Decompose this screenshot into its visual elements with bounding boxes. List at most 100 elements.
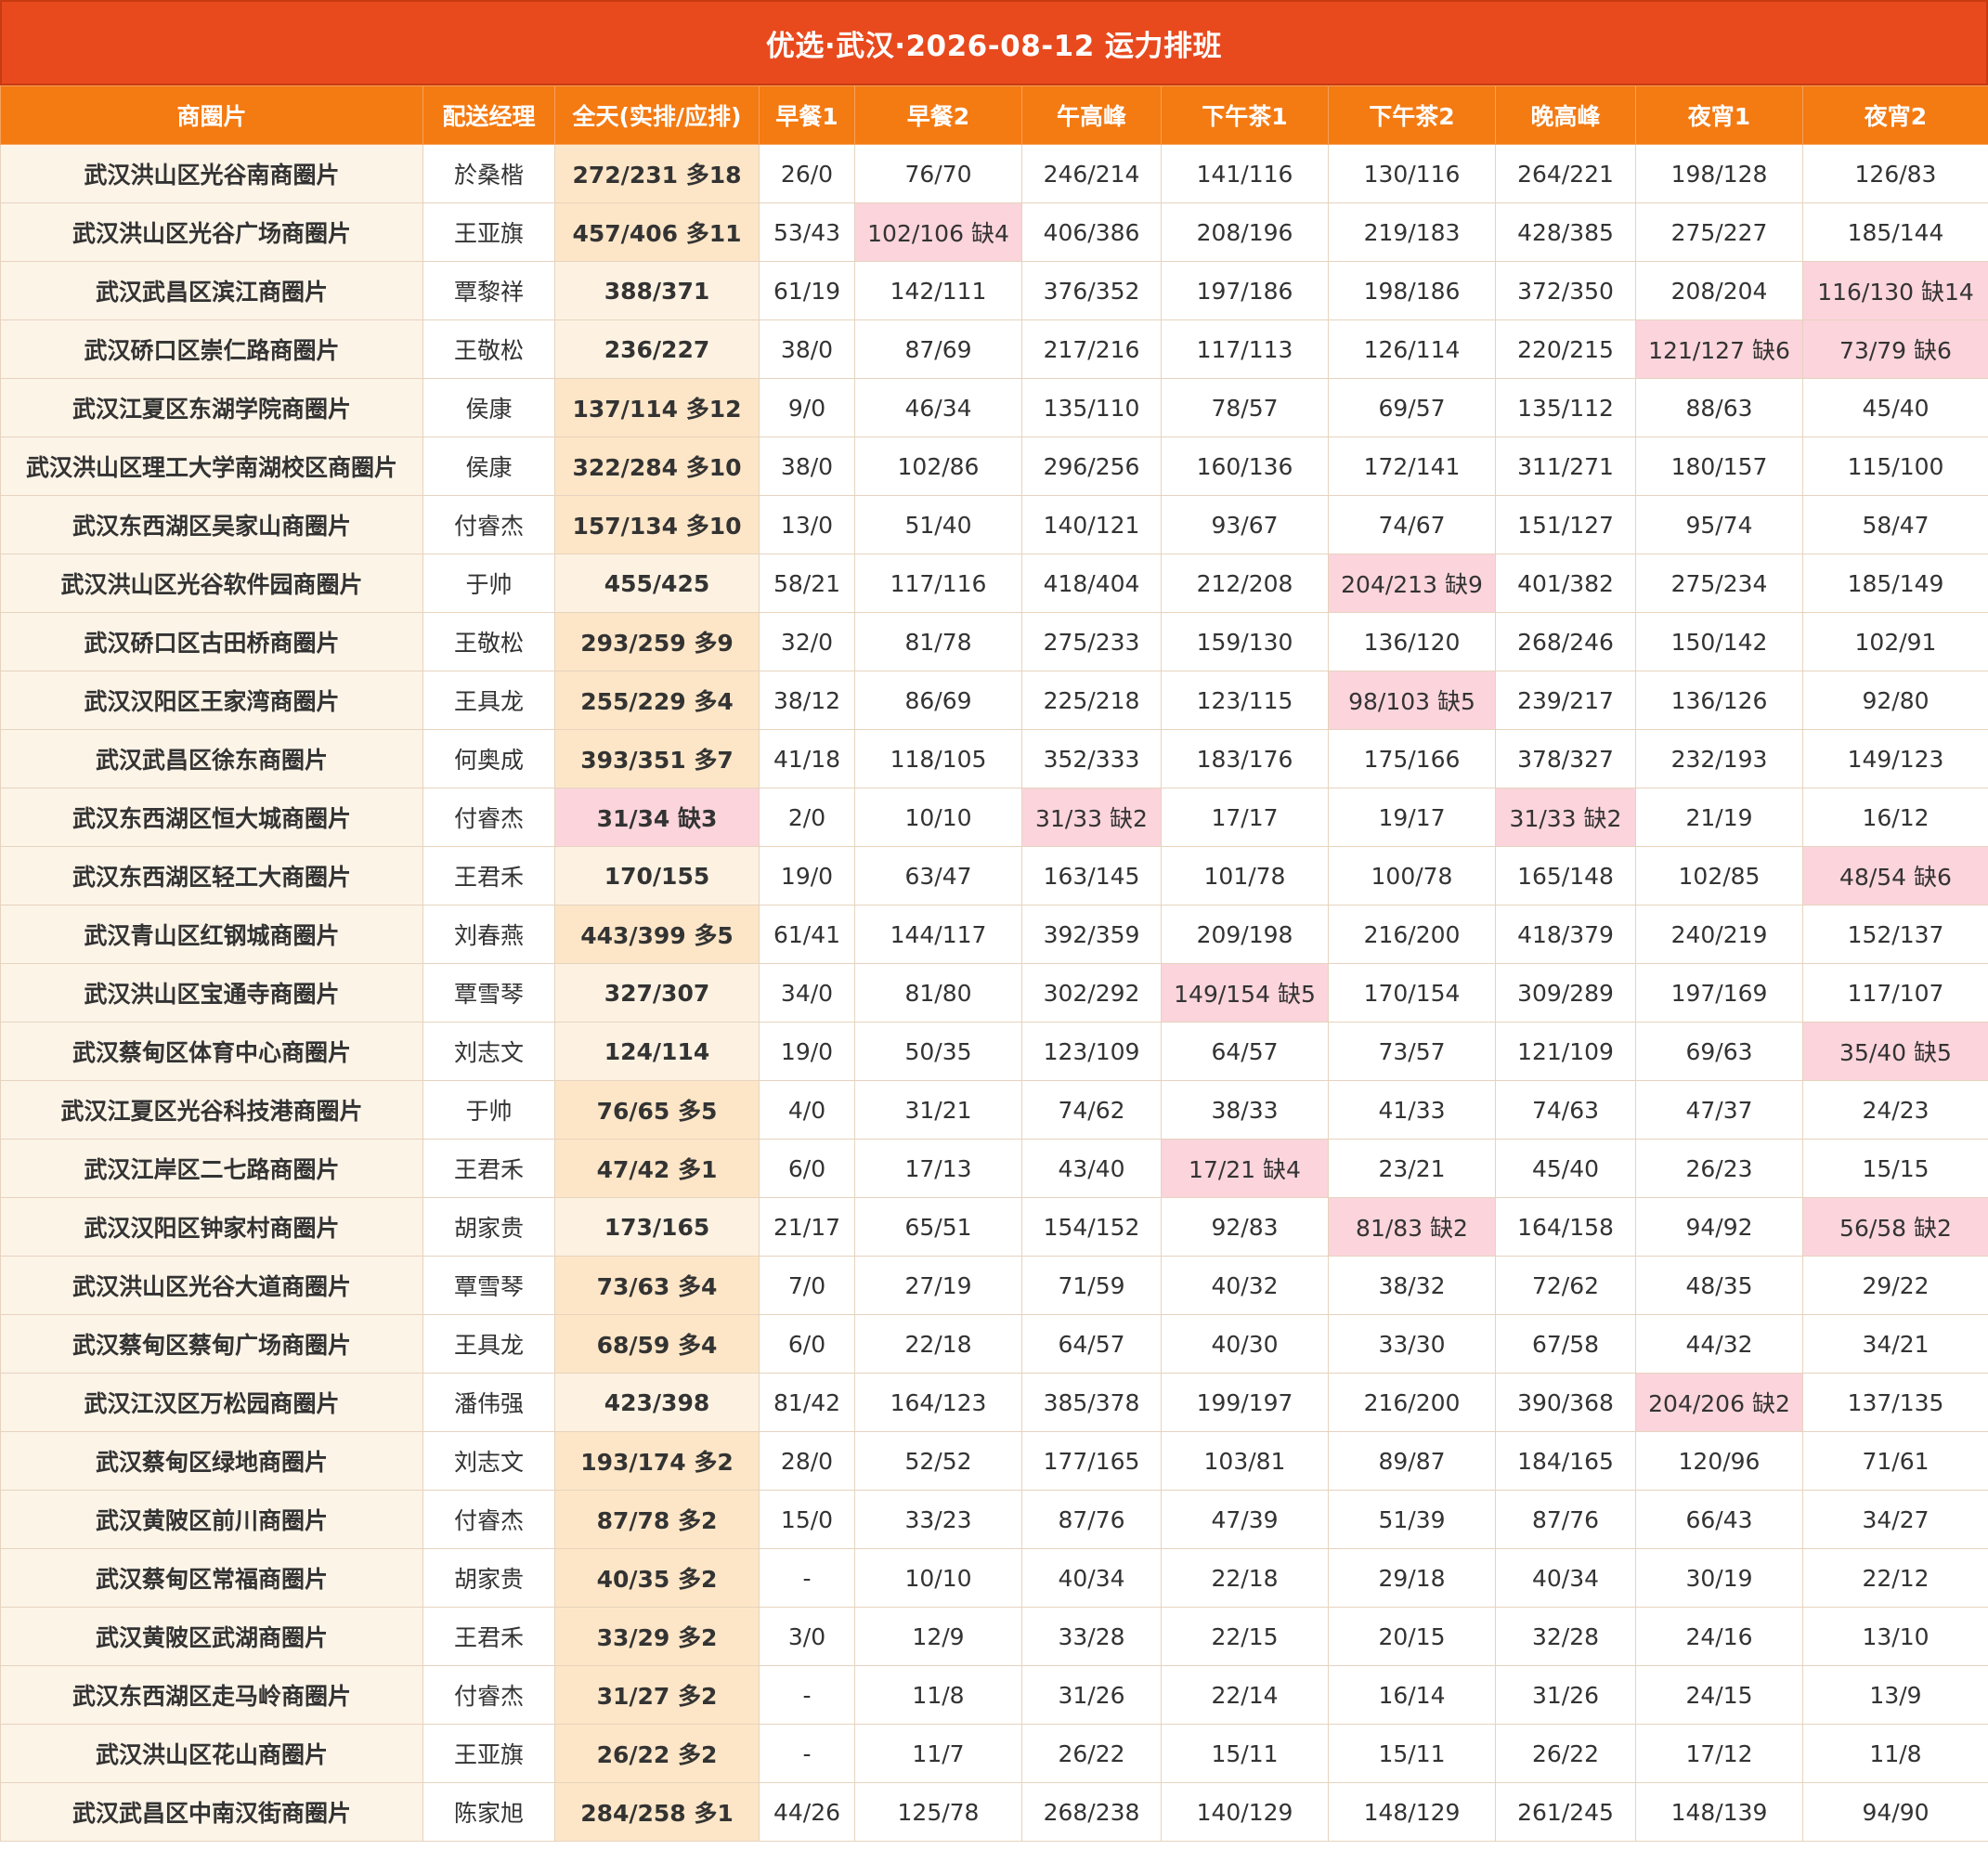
slot-cell-lunch-peak: 154/152 xyxy=(1021,1197,1162,1257)
header-afternoon-tea-1: 下午茶1 xyxy=(1161,85,1329,145)
slot-cell-afternoon-tea-2: 98/103 缺5 xyxy=(1328,671,1496,730)
total-cell: 293/259 多9 xyxy=(554,612,760,671)
slot-cell-afternoon-tea-1: 93/67 xyxy=(1161,495,1329,554)
header-breakfast-1: 早餐1 xyxy=(759,85,855,145)
area-cell: 武汉江夏区光谷科技港商圈片 xyxy=(0,1080,423,1140)
slot-cell-breakfast-1: 28/0 xyxy=(759,1431,855,1491)
slot-cell-lunch-peak: 40/34 xyxy=(1021,1548,1162,1608)
slot-cell-late-night-1: 204/206 缺2 xyxy=(1635,1373,1803,1432)
slot-cell-afternoon-tea-2: 170/154 xyxy=(1328,963,1496,1023)
slot-cell-dinner-peak: 401/382 xyxy=(1495,554,1636,613)
manager-cell: 刘志文 xyxy=(422,1431,555,1491)
slot-cell-late-night-1: 198/128 xyxy=(1635,144,1803,203)
slot-cell-afternoon-tea-1: 38/33 xyxy=(1161,1080,1329,1140)
slot-cell-breakfast-1: 19/0 xyxy=(759,1022,855,1081)
manager-cell: 覃雪琴 xyxy=(422,963,555,1023)
slot-cell-lunch-peak: 275/233 xyxy=(1021,612,1162,671)
slot-cell-lunch-peak: 385/378 xyxy=(1021,1373,1162,1432)
manager-cell: 于帅 xyxy=(422,1080,555,1140)
area-cell: 武汉东西湖区轻工大商圈片 xyxy=(0,846,423,905)
slot-cell-afternoon-tea-2: 100/78 xyxy=(1328,846,1496,905)
total-cell: 68/59 多4 xyxy=(554,1314,760,1374)
slot-cell-afternoon-tea-1: 141/116 xyxy=(1161,144,1329,203)
manager-cell: 王敬松 xyxy=(422,319,555,379)
slot-cell-afternoon-tea-1: 149/154 缺5 xyxy=(1161,963,1329,1023)
table-row: 武汉东西湖区恒大城商圈片 付睿杰 31/34 缺3 2/0 10/10 31/33 缺2 1… xyxy=(0,788,1988,847)
slot-cell-afternoon-tea-2: 81/83 缺2 xyxy=(1328,1197,1496,1257)
slot-cell-afternoon-tea-2: 23/21 xyxy=(1328,1139,1496,1198)
table-body: 武汉洪山区光谷南商圈片 於桑楷 272/231 多18 26/0 76/70 246/21… xyxy=(0,144,1988,1842)
slot-cell-late-night-1: 102/85 xyxy=(1635,846,1803,905)
slot-cell-late-night-1: 197/169 xyxy=(1635,963,1803,1023)
slot-cell-afternoon-tea-1: 160/136 xyxy=(1161,436,1329,496)
slot-cell-late-night-2: 116/130 缺14 xyxy=(1802,261,1988,320)
slot-cell-lunch-peak: 71/59 xyxy=(1021,1256,1162,1315)
slot-cell-afternoon-tea-2: 20/15 xyxy=(1328,1607,1496,1666)
slot-cell-lunch-peak: 123/109 xyxy=(1021,1022,1162,1081)
slot-cell-afternoon-tea-1: 208/196 xyxy=(1161,202,1329,262)
slot-cell-dinner-peak: 45/40 xyxy=(1495,1139,1636,1198)
manager-cell: 胡家贵 xyxy=(422,1548,555,1608)
manager-cell: 潘伟强 xyxy=(422,1373,555,1432)
slot-cell-late-night-2: 149/123 xyxy=(1802,729,1988,788)
slot-cell-late-night-1: 275/227 xyxy=(1635,202,1803,262)
slot-cell-lunch-peak: 376/352 xyxy=(1021,261,1162,320)
manager-cell: 付睿杰 xyxy=(422,1490,555,1549)
slot-cell-late-night-2: 185/149 xyxy=(1802,554,1988,613)
slot-cell-late-night-1: 26/23 xyxy=(1635,1139,1803,1198)
slot-cell-dinner-peak: 239/217 xyxy=(1495,671,1636,730)
slot-cell-breakfast-2: 50/35 xyxy=(854,1022,1022,1081)
slot-cell-late-night-2: 45/40 xyxy=(1802,378,1988,437)
slot-cell-breakfast-2: 11/7 xyxy=(854,1724,1022,1783)
slot-cell-breakfast-2: 125/78 xyxy=(854,1782,1022,1842)
total-cell: 76/65 多5 xyxy=(554,1080,760,1140)
slot-cell-breakfast-1: 38/0 xyxy=(759,319,855,379)
slot-cell-breakfast-1: 34/0 xyxy=(759,963,855,1023)
slot-cell-dinner-peak: 26/22 xyxy=(1495,1724,1636,1783)
slot-cell-afternoon-tea-2: 175/166 xyxy=(1328,729,1496,788)
area-cell: 武汉蔡甸区蔡甸广场商圈片 xyxy=(0,1314,423,1374)
slot-cell-afternoon-tea-2: 216/200 xyxy=(1328,1373,1496,1432)
slot-cell-late-night-1: 44/32 xyxy=(1635,1314,1803,1374)
slot-cell-afternoon-tea-1: 17/17 xyxy=(1161,788,1329,847)
slot-cell-breakfast-2: 17/13 xyxy=(854,1139,1022,1198)
total-cell: 31/27 多2 xyxy=(554,1665,760,1725)
table-row: 武汉洪山区光谷南商圈片 於桑楷 272/231 多18 26/0 76/70 246/21… xyxy=(0,144,1988,203)
slot-cell-late-night-1: 136/126 xyxy=(1635,671,1803,730)
slot-cell-breakfast-2: 87/69 xyxy=(854,319,1022,379)
slot-cell-lunch-peak: 268/238 xyxy=(1021,1782,1162,1842)
total-cell: 455/425 xyxy=(554,554,760,613)
slot-cell-breakfast-2: 27/19 xyxy=(854,1256,1022,1315)
slot-cell-breakfast-1: 19/0 xyxy=(759,846,855,905)
slot-cell-afternoon-tea-2: 33/30 xyxy=(1328,1314,1496,1374)
header-breakfast-2: 早餐2 xyxy=(854,85,1022,145)
slot-cell-breakfast-1: 26/0 xyxy=(759,144,855,203)
slot-cell-afternoon-tea-1: 209/198 xyxy=(1161,905,1329,964)
slot-cell-dinner-peak: 220/215 xyxy=(1495,319,1636,379)
slot-cell-late-night-1: 180/157 xyxy=(1635,436,1803,496)
total-cell: 193/174 多2 xyxy=(554,1431,760,1491)
slot-cell-late-night-2: 11/8 xyxy=(1802,1724,1988,1783)
area-cell: 武汉洪山区理工大学南湖校区商圈片 xyxy=(0,436,423,496)
slot-cell-breakfast-2: 144/117 xyxy=(854,905,1022,964)
slot-cell-dinner-peak: 428/385 xyxy=(1495,202,1636,262)
slot-cell-lunch-peak: 87/76 xyxy=(1021,1490,1162,1549)
slot-cell-afternoon-tea-1: 78/57 xyxy=(1161,378,1329,437)
slot-cell-late-night-2: 35/40 缺5 xyxy=(1802,1022,1988,1081)
slot-cell-breakfast-1: 61/41 xyxy=(759,905,855,964)
slot-cell-late-night-2: 73/79 缺6 xyxy=(1802,319,1988,379)
slot-cell-late-night-2: 71/61 xyxy=(1802,1431,1988,1491)
slot-cell-dinner-peak: 31/26 xyxy=(1495,1665,1636,1725)
manager-cell: 王具龙 xyxy=(422,1314,555,1374)
slot-cell-lunch-peak: 31/26 xyxy=(1021,1665,1162,1725)
slot-cell-breakfast-1: 3/0 xyxy=(759,1607,855,1666)
slot-cell-breakfast-2: 81/78 xyxy=(854,612,1022,671)
manager-cell: 胡家贵 xyxy=(422,1197,555,1257)
slot-cell-breakfast-2: 102/106 缺4 xyxy=(854,202,1022,262)
slot-cell-afternoon-tea-1: 140/129 xyxy=(1161,1782,1329,1842)
slot-cell-late-night-2: 102/91 xyxy=(1802,612,1988,671)
slot-cell-dinner-peak: 264/221 xyxy=(1495,144,1636,203)
total-cell: 322/284 多10 xyxy=(554,436,760,496)
area-cell: 武汉硚口区崇仁路商圈片 xyxy=(0,319,423,379)
slot-cell-afternoon-tea-1: 40/30 xyxy=(1161,1314,1329,1374)
